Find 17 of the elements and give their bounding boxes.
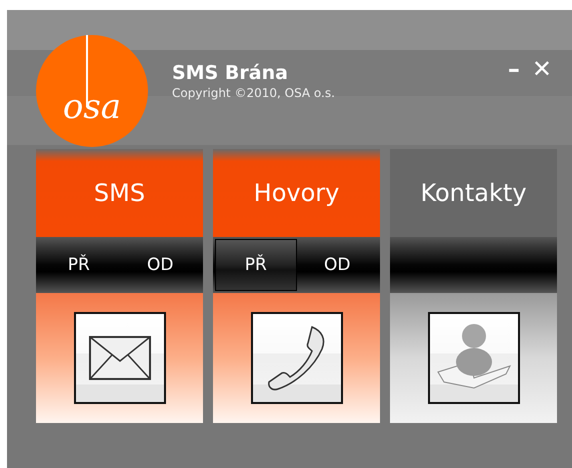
phone-handset-icon — [266, 325, 328, 391]
filter-button[interactable]: PŘ — [215, 239, 296, 291]
logo: osa — [36, 35, 148, 147]
open-button[interactable] — [428, 312, 520, 404]
minimize-button[interactable]: – — [502, 55, 526, 83]
filter-button[interactable]: PŘ — [38, 239, 120, 291]
section-tab[interactable]: Hovory — [213, 149, 380, 237]
section-tab[interactable]: Kontakty — [390, 149, 557, 237]
open-button[interactable] — [74, 312, 166, 404]
filter-button[interactable]: OD — [120, 239, 201, 291]
close-button[interactable]: ✕ — [526, 55, 558, 83]
section-tab[interactable]: SMS — [36, 149, 203, 237]
envelope-icon — [88, 335, 152, 381]
filter-button[interactable]: OD — [296, 239, 378, 291]
copyright-text: Copyright ©2010, OSA o.s. — [172, 86, 336, 100]
window-title: SMS Brána — [172, 62, 289, 84]
open-button[interactable] — [250, 312, 342, 404]
